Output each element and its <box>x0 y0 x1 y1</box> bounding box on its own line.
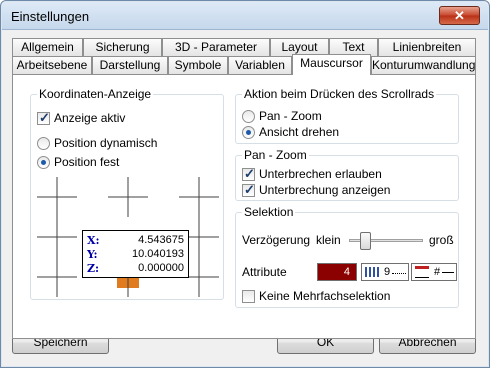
checkbox-checked-icon[interactable] <box>242 166 255 182</box>
ansicht-drehen-radio[interactable]: Ansicht drehen <box>242 125 339 139</box>
unterbrechen-label: Unterbrechen erlauben <box>259 167 382 181</box>
tab-allgemein[interactable]: Allgemein <box>12 38 83 56</box>
keine-mehrfach-checkbox[interactable]: Keine Mehrfachselektion <box>242 289 390 303</box>
radio-empty-icon[interactable] <box>37 136 50 150</box>
scrollrad-group-label: Aktion beim Drücken des Scrollrads <box>242 87 437 101</box>
checkbox-empty-icon[interactable] <box>242 289 255 303</box>
unterbrechung-anzeigen-label: Unterbrechung anzeigen <box>259 183 391 197</box>
tab-mauscursor[interactable]: Mauscursor <box>292 54 371 75</box>
window-title: Einstellungen <box>11 9 90 24</box>
verzoegerung-label: Verzögerung <box>242 233 311 247</box>
tab-linienbreiten[interactable]: Linienbreiten <box>378 38 476 56</box>
panzoom-group-label: Pan - Zoom <box>242 148 309 162</box>
linewidth-value: # <box>434 266 441 278</box>
tab-symbole[interactable]: Symbole <box>168 56 228 74</box>
position-dynamisch-label: Position dynamisch <box>54 136 158 150</box>
keine-mehrfach-label: Keine Mehrfachselektion <box>259 289 391 303</box>
tab-panel-mauscursor: Koordinaten-Anzeige Anzeige aktiv Positi… <box>12 74 476 339</box>
verzoegerung-slider[interactable] <box>349 232 423 250</box>
unterbrechen-checkbox[interactable]: Unterbrechen erlauben <box>242 166 382 182</box>
dotted-line-icon <box>392 273 406 274</box>
pan-zoom-radio[interactable]: Pan - Zoom <box>242 109 322 123</box>
x-label: X: <box>87 234 100 247</box>
color-attribute-box[interactable]: 4 <box>317 263 357 281</box>
z-value: 0.000000 <box>138 262 184 274</box>
ansicht-drehen-label: Ansicht drehen <box>259 125 340 139</box>
tab-arbeitsebene[interactable]: Arbeitsebene <box>12 56 92 74</box>
coordinate-readout: X: 4.543675 Y: 10.040193 Z: 0.000000 <box>82 230 189 278</box>
dialog-client: Allgemein Sicherung 3D - Parameter Layou… <box>5 31 485 365</box>
position-fest-radio[interactable]: Position fest <box>37 155 119 169</box>
position-dynamisch-radio[interactable]: Position dynamisch <box>37 136 157 150</box>
tab-variablen[interactable]: Variablen <box>228 56 292 74</box>
tab-konturumwandlung[interactable]: Konturumwandlung <box>371 56 476 74</box>
radio-selected-icon[interactable] <box>37 155 50 169</box>
checkbox-checked-icon[interactable] <box>37 110 50 126</box>
settings-window: Einstellungen ✕ Allgemein Sicherung 3D -… <box>0 0 490 368</box>
tab-sicherung[interactable]: Sicherung <box>83 38 162 56</box>
klein-label: klein <box>316 233 341 247</box>
y-value: 10.040193 <box>132 248 184 260</box>
koordinaten-group-label: Koordinaten-Anzeige <box>37 87 154 101</box>
y-label: Y: <box>87 248 98 261</box>
z-label: Z: <box>87 262 100 275</box>
radio-selected-icon[interactable] <box>242 125 255 139</box>
linewidth-icon <box>415 266 429 278</box>
gross-label: groß <box>429 233 454 247</box>
radio-empty-icon[interactable] <box>242 109 255 123</box>
selektion-group-label: Selektion <box>242 205 296 219</box>
solid-line-icon <box>442 272 454 273</box>
pan-zoom-label: Pan - Zoom <box>259 109 322 123</box>
anzeige-aktiv-label: Anzeige aktiv <box>54 111 126 125</box>
anzeige-aktiv-checkbox[interactable]: Anzeige aktiv <box>37 110 126 126</box>
title-bar[interactable]: Einstellungen ✕ <box>2 2 488 30</box>
unterbrechung-anzeigen-checkbox[interactable]: Unterbrechung anzeigen <box>242 182 391 198</box>
slider-thumb[interactable] <box>360 232 371 250</box>
linetype-pattern-icon <box>365 267 379 277</box>
linetype-attribute-box[interactable]: 9 <box>361 263 409 281</box>
x-value: 4.543675 <box>138 234 184 246</box>
linewidth-attribute-box[interactable]: # <box>411 263 457 281</box>
checkbox-checked-icon[interactable] <box>242 182 255 198</box>
attribute-label: Attribute <box>242 265 287 279</box>
tab-3d-parameter[interactable]: 3D - Parameter <box>162 38 270 56</box>
position-fest-label: Position fest <box>54 155 120 169</box>
close-button[interactable]: ✕ <box>439 6 480 25</box>
linetype-value: 9 <box>384 266 391 278</box>
tab-darstellung[interactable]: Darstellung <box>92 56 168 74</box>
